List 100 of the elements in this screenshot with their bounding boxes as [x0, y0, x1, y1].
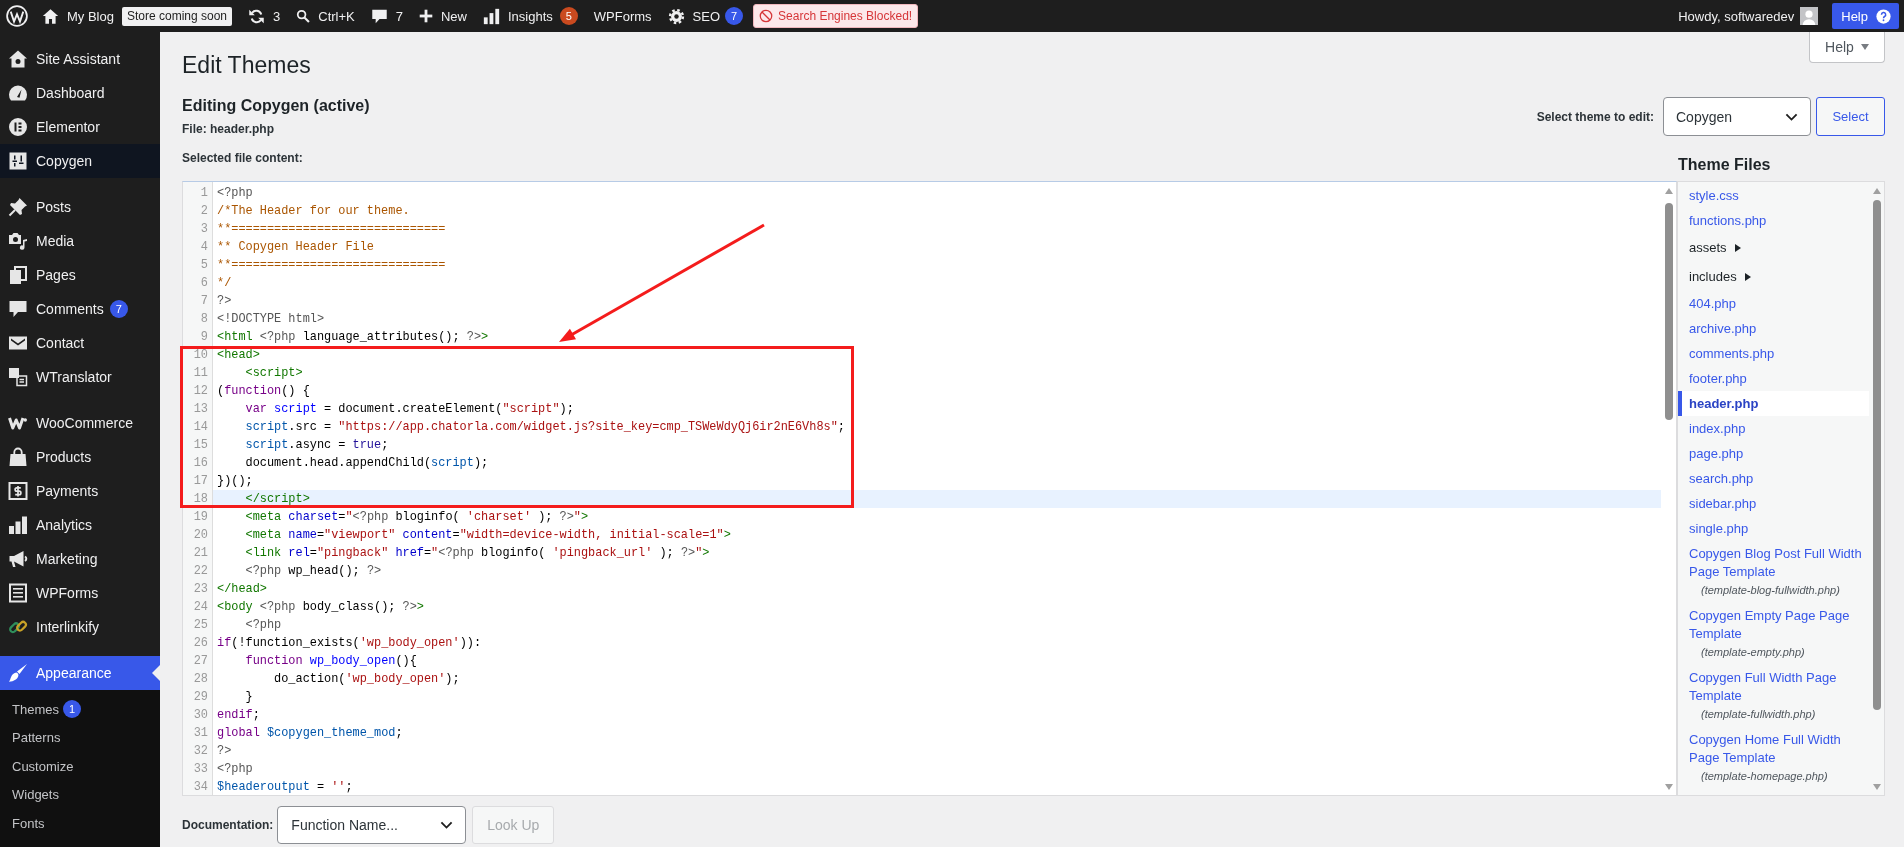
- account-menu[interactable]: Howdy, softwaredev: [1670, 0, 1833, 32]
- code-line: /*The Header for our theme.: [216, 203, 411, 220]
- file-link[interactable]: single.php: [1678, 516, 1869, 541]
- code-line: <script>: [244, 365, 304, 382]
- theme-files-heading: Theme Files: [1677, 155, 1772, 175]
- code-line: ?>: [216, 293, 233, 310]
- menu-item[interactable]: Site Assistant: [0, 42, 160, 76]
- menu-item[interactable]: WooCommerce: [0, 406, 160, 440]
- house-icon: [8, 49, 28, 69]
- updates-link[interactable]: 3: [240, 0, 289, 32]
- select-button[interactable]: Select: [1816, 97, 1885, 136]
- line-number: 27: [192, 653, 209, 670]
- menu-item[interactable]: Copygen: [0, 144, 160, 178]
- logo-icon: [6, 5, 28, 27]
- line-number: 19: [192, 509, 209, 526]
- menu-item[interactable]: Marketing: [0, 542, 160, 576]
- scrollbar-thumb[interactable]: [1664, 203, 1673, 420]
- file-link[interactable]: functions.php: [1678, 208, 1869, 233]
- file-link[interactable]: Copygen Empty Page Page Template (template-empty.php): [1678, 603, 1869, 665]
- menu-item[interactable]: Media: [0, 224, 160, 258]
- file-link[interactable]: archive.php: [1678, 316, 1869, 341]
- submenu-item[interactable]: Patterns: [0, 723, 160, 752]
- menu-item[interactable]: WPForms: [0, 576, 160, 610]
- file-link[interactable]: style.css: [1678, 183, 1869, 208]
- plus-icon: [419, 9, 433, 23]
- file-name: File: header.php: [182, 121, 275, 138]
- submenu-item[interactable]: Widgets: [0, 780, 160, 809]
- file-link[interactable]: index.php: [1678, 416, 1869, 441]
- count-badge: 5: [559, 7, 578, 25]
- code-line: script.src = "https://app.chatorla.com/widget.js?site_key=cmp_TSWeWdyQj6ir2nE6Vh8s";: [244, 419, 846, 436]
- scrollbar-thumb[interactable]: [1872, 200, 1881, 710]
- folder-toggle[interactable]: includes: [1678, 262, 1869, 291]
- comments-link[interactable]: 7: [362, 0, 411, 32]
- file-link[interactable]: search.php: [1678, 466, 1869, 491]
- submenu-item[interactable]: Customize: [0, 752, 160, 781]
- line-number: 11: [192, 365, 209, 382]
- function-select[interactable]: Function Name...: [277, 806, 467, 844]
- caret-icon: [1860, 44, 1869, 50]
- file-link[interactable]: footer.php: [1678, 366, 1869, 391]
- section-label: Selected file content:: [182, 150, 304, 167]
- theme-heading: Editing Copygen (active): [182, 96, 370, 116]
- template-file-name: (template-blog-fullwidth.php): [1701, 583, 1840, 598]
- chevron-down-icon: [1785, 112, 1798, 121]
- menu-item[interactable]: Analytics: [0, 508, 160, 542]
- menu-item[interactable]: Dashboard: [0, 76, 160, 110]
- help-button[interactable]: Help: [1832, 3, 1899, 29]
- submenu-item[interactable]: Fonts: [0, 809, 160, 838]
- scroll-down-icon[interactable]: [1872, 784, 1881, 790]
- file-link[interactable]: Copygen Full Width Page Template (template-fullwidth.php): [1678, 665, 1869, 727]
- menu-item[interactable]: Appearance: [0, 656, 160, 690]
- scroll-up-icon[interactable]: [1872, 188, 1881, 194]
- file-link[interactable]: Copygen Home Full Width Page Template (template-homepage.php): [1678, 727, 1869, 789]
- insights-link[interactable]: Insights: [475, 0, 561, 32]
- file-link[interactable]: sidebar.php: [1678, 491, 1869, 516]
- menu-item[interactable]: Pages: [0, 258, 160, 292]
- menu-item[interactable]: Payments: [0, 474, 160, 508]
- line-number: 15: [192, 437, 209, 454]
- folder-toggle[interactable]: assets: [1678, 233, 1869, 262]
- field-label: Documentation:: [182, 818, 274, 832]
- file-link[interactable]: header.php: [1678, 391, 1869, 416]
- menu-item[interactable]: Products: [0, 440, 160, 474]
- code-line: </head>: [216, 581, 268, 598]
- menu-item[interactable]: Posts: [0, 190, 160, 224]
- file-link[interactable]: 404.php: [1678, 291, 1869, 316]
- wpforms-link[interactable]: WPForms: [585, 0, 660, 32]
- code-line: <?php: [216, 185, 254, 202]
- site-link[interactable]: My Blog: [34, 0, 122, 32]
- gauge-icon: [8, 83, 28, 103]
- menu-item[interactable]: Interlinkify: [0, 610, 160, 644]
- new-link[interactable]: New: [411, 0, 475, 32]
- code-editor[interactable]: [182, 181, 1677, 796]
- line-number: 3: [199, 221, 209, 238]
- submenu-item[interactable]: Themes 1: [0, 695, 160, 724]
- bar-chart-icon: [8, 515, 28, 535]
- line-number: 13: [192, 401, 209, 418]
- translate-icon: [8, 367, 28, 387]
- file-link[interactable]: Copygen Blog Post Full Width Page Template (template-blog-fullwidth.php): [1678, 541, 1869, 603]
- search-link[interactable]: Ctrl+K: [288, 0, 363, 32]
- camera-note-icon: [8, 231, 28, 251]
- menu-item[interactable]: Contact: [0, 326, 160, 360]
- home-icon: [42, 7, 59, 25]
- help-tab[interactable]: Help: [1809, 32, 1885, 63]
- menu-item[interactable]: WTranslator: [0, 360, 160, 394]
- code-line: **==============================: [216, 257, 447, 274]
- line-number: 28: [192, 671, 209, 688]
- menu-item[interactable]: Comments 7: [0, 292, 160, 326]
- file-link[interactable]: page.php: [1678, 441, 1869, 466]
- code-line: do_action('wp_body_open');: [273, 671, 461, 688]
- search-engines-notice[interactable]: Search Engines Blocked!: [753, 4, 919, 28]
- file-link[interactable]: comments.php: [1678, 341, 1869, 366]
- theme-select[interactable]: Copygen: [1663, 97, 1811, 136]
- code-line: **==============================: [216, 221, 447, 238]
- line-number: 7: [199, 293, 209, 310]
- comment-icon: [370, 7, 388, 25]
- refresh-icon: [248, 7, 266, 25]
- menu-item[interactable]: Elementor: [0, 110, 160, 144]
- line-number: 1: [199, 185, 209, 202]
- code-line: endif;: [216, 707, 261, 724]
- code-line: <html <?php language_attributes(); ?>>: [216, 329, 490, 346]
- pointer-icon: [152, 665, 160, 681]
